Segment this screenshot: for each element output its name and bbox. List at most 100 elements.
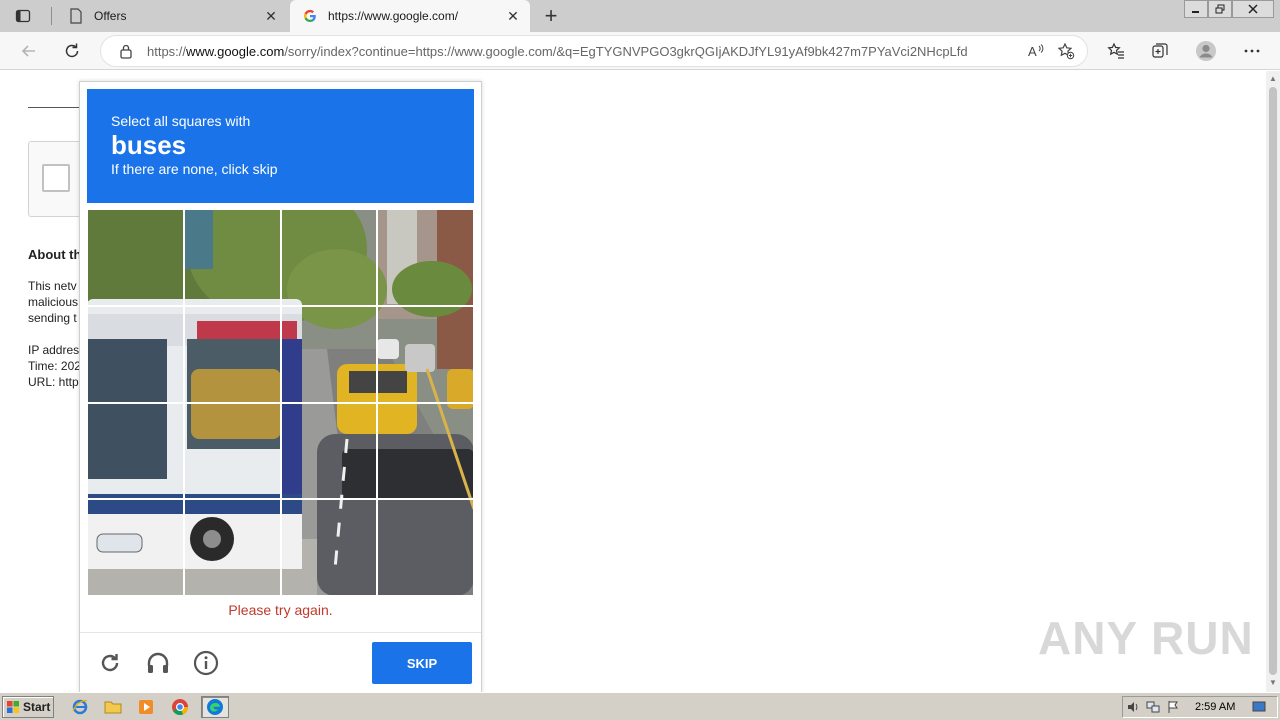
lock-icon[interactable]	[117, 42, 135, 60]
network-icon[interactable]	[1143, 698, 1163, 716]
settings-more-button[interactable]	[1237, 36, 1267, 66]
grid-tile[interactable]	[183, 499, 281, 596]
grid-tile[interactable]	[183, 305, 281, 403]
refresh-button[interactable]	[57, 36, 87, 66]
url-host: www.google.com	[186, 43, 285, 59]
windows-taskbar: Start 2:59 AM	[0, 692, 1280, 720]
scrollbar-thumb[interactable]	[1269, 87, 1277, 675]
grid-tile[interactable]	[377, 305, 474, 403]
volume-icon[interactable]	[1123, 698, 1143, 716]
edge-icon[interactable]	[201, 696, 229, 718]
media-player-icon[interactable]	[134, 696, 158, 718]
restore-icon	[1215, 4, 1225, 14]
start-label: Start	[23, 700, 51, 714]
close-tab-icon[interactable]: ✕	[260, 5, 282, 27]
info-button[interactable]	[192, 649, 220, 677]
challenge-image-grid	[87, 209, 474, 596]
grid-tile[interactable]	[280, 402, 378, 500]
avatar-icon	[1196, 41, 1216, 61]
more-dots-icon	[1244, 49, 1260, 53]
about-text-line: sending t	[28, 311, 77, 325]
ip-address-line: IP addres	[28, 343, 80, 357]
collections-icon	[1152, 43, 1168, 58]
grid-tile[interactable]	[377, 402, 474, 500]
read-aloud-icon[interactable]: A	[1021, 36, 1051, 66]
about-heading: About th	[28, 247, 82, 262]
browser-tab-bar: Offers ✕ https://www.google.com/ ✕ +	[0, 0, 1280, 32]
recaptcha-challenge: Select all squares with buses If there a…	[79, 81, 482, 692]
grid-tile[interactable]	[87, 499, 184, 596]
tab-title: https://www.google.com/	[328, 9, 459, 23]
back-button[interactable]	[14, 36, 44, 66]
challenge-hint: If there are none, click skip	[111, 161, 278, 177]
folder-icon[interactable]	[101, 696, 125, 718]
url-text[interactable]: https://www.google.com/sorry/index?conti…	[147, 44, 1021, 59]
restore-button[interactable]	[1208, 0, 1232, 18]
close-window-button[interactable]	[1232, 0, 1274, 18]
error-message: Please try again.	[228, 602, 333, 618]
grid-tile[interactable]	[87, 402, 184, 500]
collections-button[interactable]	[1145, 36, 1175, 66]
about-text-line: malicious	[28, 295, 79, 309]
tab-divider	[51, 7, 52, 25]
show-desktop-icon[interactable]	[1249, 698, 1269, 716]
tile-grid	[87, 209, 474, 596]
reload-icon	[101, 654, 119, 672]
not-a-robot-checkbox[interactable]	[42, 164, 70, 192]
favorites-button[interactable]	[1101, 36, 1131, 66]
info-icon	[193, 650, 219, 676]
tab-offers[interactable]: Offers ✕	[56, 0, 288, 32]
scroll-down-icon[interactable]: ▼	[1269, 678, 1277, 688]
skip-button[interactable]: SKIP	[372, 642, 472, 684]
anyrun-watermark: ANY RUN	[1038, 611, 1254, 665]
action-center-flag-icon[interactable]	[1163, 698, 1183, 716]
tab-actions-button[interactable]	[8, 5, 38, 27]
tab-title: Offers	[94, 9, 127, 23]
headphones-icon	[147, 652, 169, 673]
tab-actions-icon	[15, 9, 31, 23]
grid-tile[interactable]	[280, 305, 378, 403]
grid-tile[interactable]	[377, 209, 474, 306]
grid-tile[interactable]	[377, 499, 474, 596]
grid-tile[interactable]	[280, 499, 378, 596]
refresh-icon	[65, 43, 79, 58]
new-tab-button[interactable]: +	[538, 3, 564, 28]
about-text-line: This netv	[28, 279, 77, 293]
minimize-icon	[1192, 11, 1199, 13]
taskbar-clock[interactable]: 2:59 AM	[1195, 701, 1235, 713]
audio-challenge-button[interactable]	[144, 649, 172, 677]
reload-challenge-button[interactable]	[96, 649, 124, 677]
ie-icon[interactable]	[68, 696, 92, 718]
browser-toolbar: https://www.google.com/sorry/index?conti…	[0, 32, 1280, 70]
time-line: Time: 202	[28, 359, 81, 373]
challenge-header: Select all squares with buses If there a…	[87, 89, 474, 203]
svg-text:A: A	[1028, 44, 1037, 59]
system-tray: 2:59 AM	[1122, 696, 1278, 718]
challenge-instruction: Select all squares with	[111, 113, 251, 129]
watermark-text: ANY RUN	[1038, 612, 1254, 664]
grid-tile[interactable]	[87, 209, 184, 306]
close-tab-icon[interactable]: ✕	[502, 5, 524, 27]
grid-tile[interactable]	[183, 209, 281, 306]
start-button[interactable]: Start	[2, 696, 54, 718]
chrome-icon[interactable]	[168, 696, 192, 718]
google-g-icon	[302, 8, 318, 24]
grid-tile[interactable]	[280, 209, 378, 306]
url-prefix: https://	[147, 43, 187, 59]
address-bar[interactable]: https://www.google.com/sorry/index?conti…	[100, 35, 1088, 67]
scroll-up-icon[interactable]: ▲	[1269, 74, 1277, 84]
tab-google[interactable]: https://www.google.com/ ✕	[290, 0, 530, 32]
minimize-button[interactable]	[1184, 0, 1208, 18]
challenge-target: buses	[111, 130, 187, 160]
url-line: URL: http	[28, 375, 79, 389]
grid-tile[interactable]	[183, 402, 281, 500]
add-favorite-icon[interactable]	[1051, 36, 1081, 66]
url-path: /sorry/index?continue=https://www.google…	[284, 43, 968, 59]
close-window-icon	[1248, 4, 1258, 14]
back-arrow-icon	[21, 45, 35, 57]
page-scrollbar[interactable]: ▲ ▼	[1266, 71, 1280, 692]
profile-button[interactable]	[1191, 36, 1221, 66]
grid-tile[interactable]	[87, 305, 184, 403]
web-page: About th This netv malicious sending t I…	[0, 71, 1266, 692]
windows-logo-icon	[7, 701, 19, 713]
